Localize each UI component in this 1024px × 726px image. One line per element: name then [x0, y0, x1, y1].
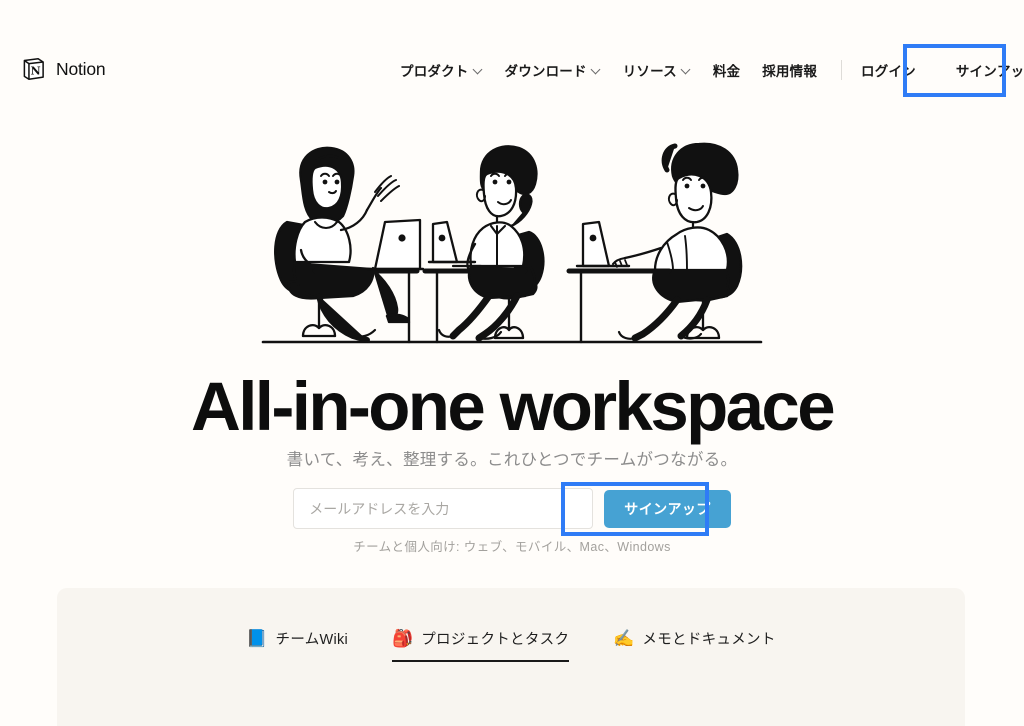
chevron-down-icon — [474, 65, 483, 74]
email-input[interactable] — [293, 488, 594, 529]
tab-label: メモとドキュメント — [642, 632, 776, 648]
signup-form: サインアップ — [0, 488, 1024, 529]
nav-login-button[interactable]: ログイン — [861, 60, 916, 80]
site-header: N Notion プロダクト ダウンロード リソース 料金 採用情報 ログイン … — [0, 0, 1024, 104]
tab-team-wiki[interactable]: 📘 チームWiki — [246, 628, 348, 662]
notion-cube-icon: N — [23, 58, 44, 81]
tab-label: チームWiki — [275, 632, 349, 648]
nav-item-label: プロダクト — [400, 64, 469, 79]
feature-tabs: 📘 チームWiki 🎒 プロジェクトとタスク ✍️ メモとドキュメント — [57, 628, 965, 662]
nav-item-product[interactable]: プロダクト — [400, 60, 483, 80]
nav-login-label: ログイン — [861, 64, 916, 79]
backpack-icon: 🎒 — [392, 629, 414, 648]
nav-item-pricing[interactable]: 料金 — [713, 60, 740, 80]
nav-item-label: 採用情報 — [762, 64, 818, 79]
tab-label: プロジェクトとタスク — [421, 632, 570, 648]
features-card: 📘 チームWiki 🎒 プロジェクトとタスク ✍️ メモとドキュメント — [57, 588, 965, 726]
tab-notes-and-docs[interactable]: ✍️ メモとドキュメント — [613, 628, 775, 662]
nav-item-careers[interactable]: 採用情報 — [762, 60, 817, 80]
page-subtitle: 書いて、考え、整理する。これひとつでチームがつながる。 — [286, 451, 738, 469]
svg-text:N: N — [31, 65, 41, 78]
blue-book-icon: 📘 — [246, 629, 268, 648]
nav-item-label: ダウンロード — [504, 64, 587, 79]
three-people-at-desks-with-laptops-illustration — [261, 142, 763, 344]
chevron-down-icon — [592, 65, 601, 74]
main-navigation: プロダクト ダウンロード リソース 料金 採用情報 ログイン サインアップ — [400, 57, 1024, 83]
nav-divider — [841, 60, 843, 80]
tab-projects-and-tasks[interactable]: 🎒 プロジェクトとタスク — [392, 628, 570, 662]
hero-section: All-in-one workspace 書いて、考え、整理する。これひとつでチ… — [0, 104, 1024, 571]
nav-item-resources[interactable]: リソース — [623, 60, 691, 80]
hero-signup-button[interactable]: サインアップ — [604, 489, 731, 528]
nav-item-download[interactable]: ダウンロード — [505, 60, 601, 80]
chevron-down-icon — [682, 65, 691, 74]
page-title: All-in-one workspace — [191, 368, 836, 445]
writing-hand-icon: ✍️ — [613, 629, 635, 648]
nav-signup-label: サインアップ — [955, 64, 1024, 79]
brand-logo[interactable]: N Notion — [20, 56, 106, 83]
brand-name: Notion — [56, 59, 106, 79]
nav-item-label: リソース — [622, 64, 677, 79]
platforms-note: チームと個人向け: ウェブ、モバイル、Mac、Windows — [353, 540, 671, 554]
nav-item-label: 料金 — [712, 64, 741, 79]
nav-signup-button[interactable]: サインアップ — [956, 60, 1024, 80]
